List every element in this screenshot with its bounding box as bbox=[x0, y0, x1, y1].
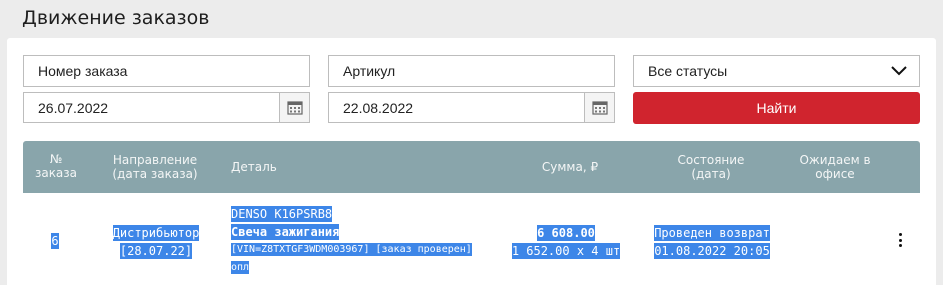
column-header-expected-line2: офисе bbox=[815, 167, 855, 181]
column-header-expected[interactable]: Ожидаем в офисе bbox=[790, 153, 880, 181]
kebab-menu-icon[interactable] bbox=[897, 233, 903, 247]
detail-cell: DENSO K16PSRB8 Свеча зажигания [VIN=Z8TX… bbox=[231, 205, 501, 277]
column-header-detail[interactable]: Деталь bbox=[231, 160, 277, 174]
detail-name: Свеча зажигания bbox=[231, 224, 340, 240]
article-input[interactable]: Артикул bbox=[328, 55, 615, 87]
sum-total: 6 608.00 bbox=[537, 225, 595, 241]
date-from-input[interactable]: 26.07.2022 bbox=[23, 92, 310, 123]
date-from-value: 26.07.2022 bbox=[38, 99, 109, 116]
date-to-value: 22.08.2022 bbox=[343, 99, 414, 116]
column-header-sum[interactable]: Сумма, ₽ bbox=[530, 160, 610, 174]
order-number-value: 6 bbox=[51, 233, 59, 249]
calendar-icon bbox=[286, 100, 303, 115]
column-header-direction[interactable]: Направление (дата заказа) bbox=[100, 153, 210, 181]
calendar-icon bbox=[591, 100, 608, 115]
state-cell: Проведен возврат 01.08.2022 20:05 bbox=[648, 224, 776, 260]
column-header-number[interactable]: № заказа bbox=[28, 152, 84, 180]
date-to-calendar-button[interactable] bbox=[584, 93, 614, 122]
detail-brand-code[interactable]: DENSO K16PSRB8 bbox=[231, 206, 333, 222]
state-value: Проведен возврат bbox=[654, 225, 770, 241]
order-number-input[interactable]: Номер заказа bbox=[23, 55, 310, 87]
column-header-state-line1: Состояние bbox=[677, 153, 745, 167]
status-select[interactable]: Все статусы bbox=[633, 55, 920, 87]
search-button[interactable]: Найти bbox=[633, 92, 920, 124]
date-to-input[interactable]: 22.08.2022 bbox=[328, 92, 615, 123]
column-header-number-line1: № bbox=[49, 152, 63, 166]
order-date-value: [28.07.22] bbox=[119, 243, 193, 259]
sum-breakdown: 1 652.00 х 4 шт bbox=[511, 243, 621, 259]
date-from-calendar-button[interactable] bbox=[279, 93, 309, 122]
order-number-cell: 6 bbox=[40, 232, 70, 250]
direction-cell: Дистрибьютор [28.07.22] bbox=[102, 224, 210, 260]
state-date: 01.08.2022 20:05 bbox=[654, 243, 770, 259]
article-placeholder: Артикул bbox=[343, 63, 396, 79]
column-header-direction-line1: Направление bbox=[112, 153, 198, 167]
detail-note-continued: опл bbox=[231, 261, 250, 274]
column-header-state-line2: (дата) bbox=[691, 167, 731, 181]
sum-cell: 6 608.00 1 652.00 х 4 шт bbox=[505, 224, 627, 260]
status-selected-value: Все статусы bbox=[648, 63, 728, 79]
order-number-placeholder: Номер заказа bbox=[38, 63, 128, 79]
column-header-expected-line1: Ожидаем в bbox=[799, 153, 871, 167]
chevron-down-icon bbox=[891, 66, 907, 76]
direction-value: Дистрибьютор bbox=[112, 225, 200, 241]
detail-note: [VIN=Z8TXTGF3WDM003967] [заказ проверен] bbox=[231, 243, 472, 256]
column-header-number-line2: заказа bbox=[34, 166, 78, 180]
column-header-state[interactable]: Состояние (дата) bbox=[650, 153, 772, 181]
column-header-direction-line2: (дата заказа) bbox=[112, 167, 198, 181]
page-title: Движение заказов bbox=[22, 7, 210, 29]
